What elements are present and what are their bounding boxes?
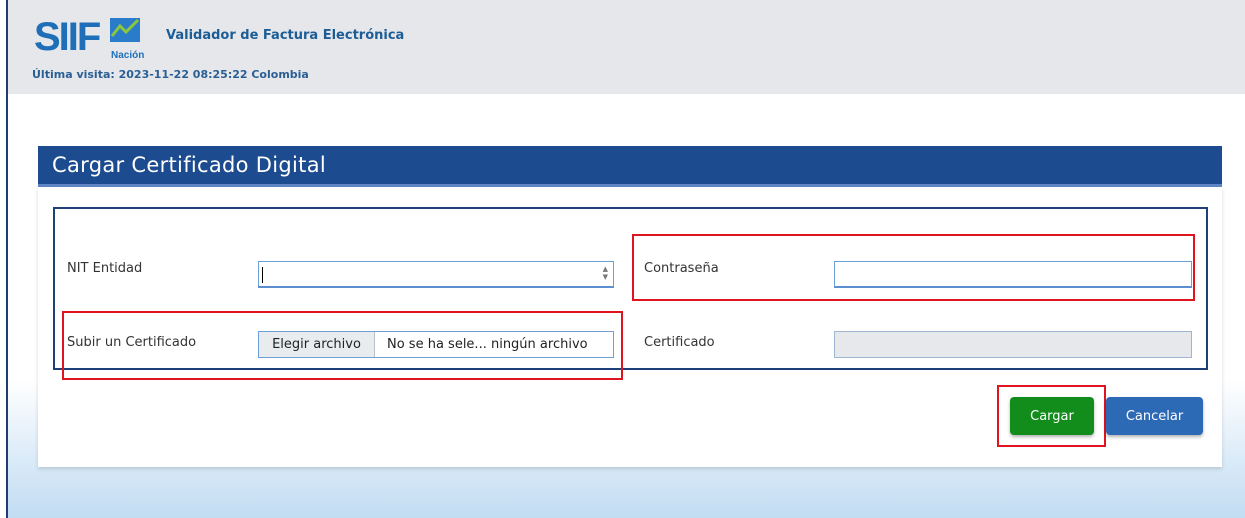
cancelar-button[interactable]: Cancelar: [1106, 397, 1203, 435]
nit-label: NIT Entidad: [67, 261, 143, 276]
svg-text:Nación: Nación: [111, 50, 144, 61]
certificate-label: Certificado: [644, 335, 715, 350]
certificate-field: [834, 331, 1192, 358]
app-title: Validador de Factura Electrónica: [166, 28, 405, 43]
siif-logo: SIIF Nación: [34, 15, 144, 61]
highlight-password: [632, 234, 1195, 301]
panel-header: Cargar Certificado Digital: [38, 146, 1222, 187]
text-caret: [262, 267, 263, 283]
top-header: SIIF Nación Validador de Factura Electró…: [8, 0, 1245, 94]
number-spinner-icon[interactable]: ▲ ▼: [603, 265, 608, 281]
last-visit-info: Última visita: 2023-11-22 08:25:22 Colom…: [32, 68, 309, 81]
panel-title: Cargar Certificado Digital: [52, 153, 326, 177]
app-root: SIIF Nación Validador de Factura Electró…: [0, 0, 1245, 518]
cargar-button[interactable]: Cargar: [1010, 397, 1094, 435]
highlight-upload: [62, 311, 623, 380]
nit-entidad-input[interactable]: ▲ ▼: [258, 261, 614, 288]
svg-text:SIIF: SIIF: [34, 15, 100, 59]
left-border: [0, 0, 8, 518]
